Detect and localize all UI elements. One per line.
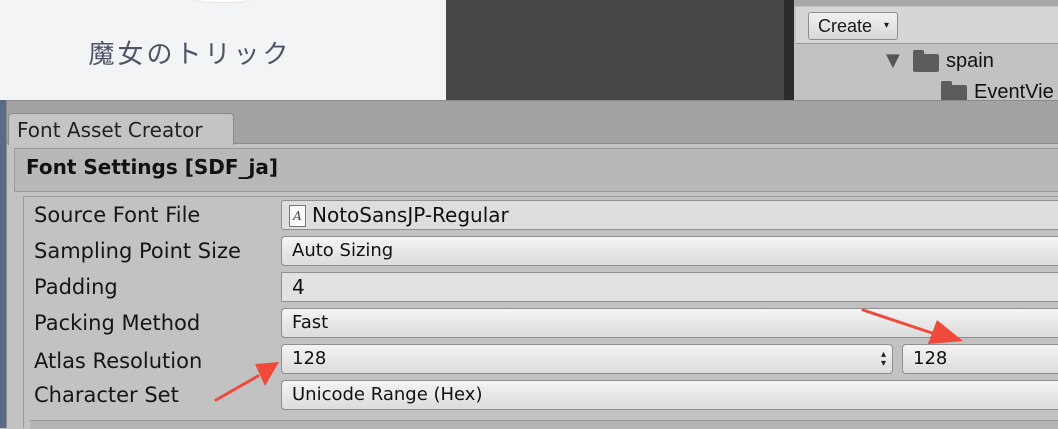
annotation-overlay	[214, 308, 963, 402]
annotation-arrow-left	[214, 362, 279, 402]
annotation-arrow-right	[861, 308, 963, 344]
